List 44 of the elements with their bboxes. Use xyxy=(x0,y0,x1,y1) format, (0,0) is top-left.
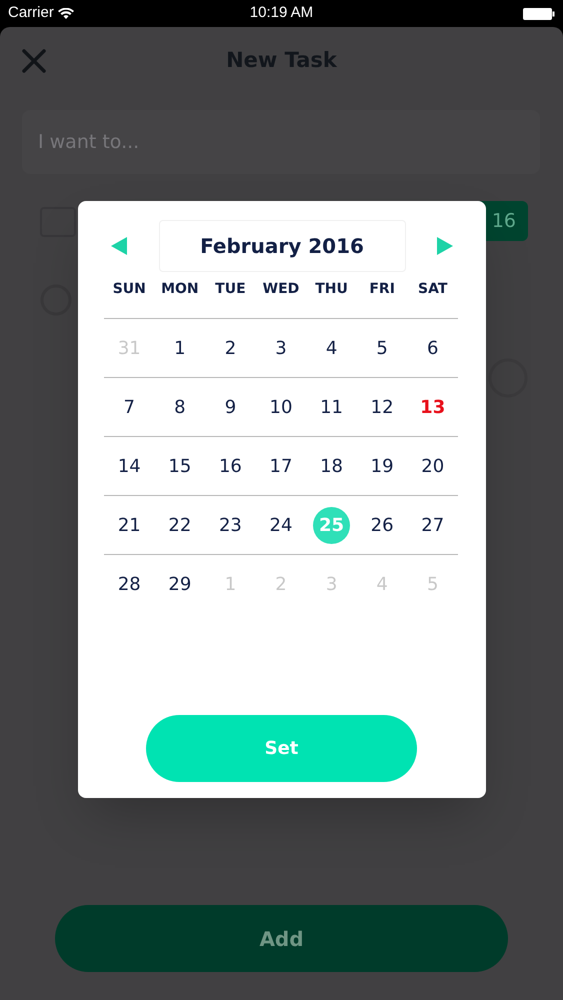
weekday-label: THU xyxy=(314,280,349,299)
calendar-day[interactable]: 3 xyxy=(275,334,287,362)
calendar-day[interactable]: 28 xyxy=(118,570,141,598)
calendar-day[interactable]: 20 xyxy=(421,452,444,480)
calendar-day[interactable]: 11 xyxy=(320,394,344,420)
wifi-icon xyxy=(58,8,74,20)
calendar-day[interactable]: 10 xyxy=(270,394,292,420)
weekday-label: TUE xyxy=(214,280,247,299)
calendar-day[interactable]: 4 xyxy=(326,334,338,362)
weekday-label: WED xyxy=(262,280,300,299)
calendar-day[interactable]: 18 xyxy=(320,452,344,480)
calendar-day[interactable]: 23 xyxy=(218,512,242,538)
calendar-day[interactable]: 14 xyxy=(118,452,141,480)
weekday-label: SAT xyxy=(417,280,448,299)
calendar-day[interactable]: 12 xyxy=(370,394,394,420)
calendar-day[interactable]: 27 xyxy=(421,512,444,538)
next-month-arrow-icon[interactable] xyxy=(436,236,454,256)
add-button[interactable]: Add xyxy=(55,905,508,972)
calendar-day[interactable]: 6 xyxy=(426,334,438,362)
calendar-day[interactable]: 19 xyxy=(370,452,394,480)
previous-month-arrow-icon[interactable] xyxy=(110,236,128,256)
calendar-day[interactable]: 26 xyxy=(370,512,394,538)
calendar-day[interactable]: 22 xyxy=(168,512,192,538)
carrier-label: Carrier xyxy=(8,3,54,24)
calendar-day[interactable]: 5 xyxy=(376,334,388,362)
calendar-day[interactable]: 2 xyxy=(224,334,236,362)
calendar-day[interactable]: 7 xyxy=(124,394,135,420)
clock-label: 10:19 AM xyxy=(250,3,314,24)
calendar-day[interactable]: 17 xyxy=(270,452,292,480)
calendar-day[interactable]: 21 xyxy=(118,512,141,538)
calendar-day[interactable]: 15 xyxy=(168,452,192,480)
calendar-day[interactable]: 24 xyxy=(270,512,292,538)
weekday-label: MON xyxy=(160,280,200,299)
weekday-label: FRI xyxy=(368,280,396,299)
calendar-day[interactable]: 9 xyxy=(224,394,236,420)
calendar-day[interactable]: 8 xyxy=(174,394,186,420)
month-title: February 2016 xyxy=(158,220,406,272)
calendar-day[interactable]: 16 xyxy=(218,452,242,480)
weekday-label: SUN xyxy=(112,280,147,299)
calendar-day[interactable]: 29 xyxy=(168,570,192,598)
calendar-day[interactable]: 13 xyxy=(420,394,446,420)
calendar-day[interactable]: 1 xyxy=(174,334,186,362)
battery-icon xyxy=(523,8,555,20)
close-icon[interactable] xyxy=(22,49,46,73)
